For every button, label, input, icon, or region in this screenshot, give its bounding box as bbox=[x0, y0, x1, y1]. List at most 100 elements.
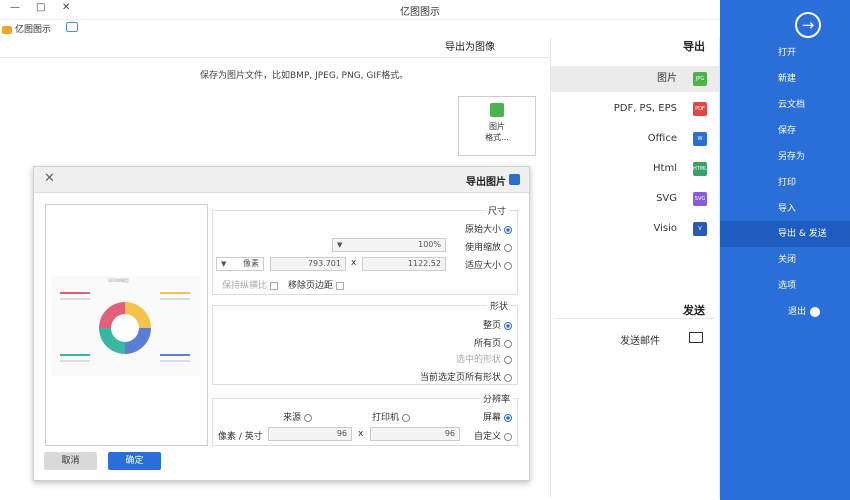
close-icon[interactable]: ✕ bbox=[44, 171, 55, 186]
width-input[interactable]: 1122.52 bbox=[362, 257, 446, 271]
resolution-x-input[interactable]: 96 bbox=[370, 427, 460, 441]
exit-icon bbox=[810, 307, 820, 317]
sidebar-item-save-as[interactable]: 另存为 bbox=[720, 144, 850, 170]
radio-label: 原始大小 bbox=[464, 225, 501, 235]
image-format-card[interactable]: 图片 格式... bbox=[458, 96, 536, 156]
divider bbox=[555, 318, 715, 319]
radio-original-size[interactable]: 原始大小 bbox=[465, 222, 512, 235]
radio-use-scale[interactable]: 使用缩放 bbox=[465, 240, 512, 253]
sidebar-item-open[interactable]: 打开 bbox=[720, 40, 850, 66]
radio-label: 屏幕 bbox=[482, 413, 501, 423]
sidebar-item-save[interactable]: 保存 bbox=[720, 118, 850, 144]
radio-label: 使用缩放 bbox=[464, 243, 501, 253]
resolution-group-title: 分辨率 bbox=[480, 392, 514, 405]
radio-indicator bbox=[504, 432, 512, 441]
sidebar-item-exit[interactable]: 退出 bbox=[720, 299, 850, 325]
radio-label: 打印机 bbox=[372, 413, 400, 423]
checkbox-indicator bbox=[336, 281, 345, 290]
sidebar-item-cloud[interactable]: 云文档 bbox=[720, 92, 850, 118]
card-label: 格式... bbox=[485, 133, 509, 142]
chevron-down-icon: ▼ bbox=[221, 260, 227, 268]
format-item-image[interactable]: JPG 图片 bbox=[551, 66, 719, 92]
unit-value: 像素 bbox=[243, 259, 259, 268]
radio-all-pages[interactable]: 所有页 bbox=[474, 336, 512, 349]
sidebar-item-print[interactable]: 打印 bbox=[720, 170, 850, 196]
checkbox-remove-margin[interactable]: 移除页边距 bbox=[288, 278, 345, 291]
export-title: 导出 bbox=[683, 40, 705, 53]
brand-logo-icon bbox=[2, 25, 12, 34]
radio-indicator bbox=[504, 413, 512, 422]
close-icon[interactable]: ✕ bbox=[62, 2, 70, 13]
grow-cycle-diagram bbox=[60, 292, 190, 362]
radio-indicator bbox=[504, 355, 512, 364]
cancel-button[interactable]: 取消 bbox=[44, 452, 97, 470]
times-label: x bbox=[358, 429, 364, 439]
unit-select[interactable]: ▼ 像素 bbox=[216, 257, 264, 271]
scale-select[interactable]: ▼ 100% bbox=[332, 238, 446, 252]
send-title: 发送 bbox=[683, 304, 705, 317]
preview-image: GROW模型 bbox=[50, 276, 200, 376]
radio-label: 自定义 bbox=[473, 432, 501, 442]
format-item-svg[interactable]: SVG SVG bbox=[551, 186, 719, 212]
radio-indicator bbox=[504, 243, 512, 252]
radio-current-page-shapes[interactable]: 当前选定页所有形状 bbox=[420, 370, 512, 383]
radio-indicator bbox=[402, 413, 411, 422]
sidebar-item-new[interactable]: 新建 bbox=[720, 66, 850, 92]
chevron-down-icon: ▼ bbox=[337, 241, 343, 249]
brand-name: 亿图图示 bbox=[15, 25, 52, 35]
dialog-logo-icon bbox=[509, 174, 520, 185]
checkbox-label: 保持纵横比 bbox=[222, 281, 268, 291]
sidebar-item-import[interactable]: 导入 bbox=[720, 196, 850, 222]
format-item-office[interactable]: W Office bbox=[551, 126, 719, 152]
radio-source[interactable]: 来源 bbox=[283, 410, 313, 423]
brand-menu[interactable]: 亿图图示 bbox=[2, 22, 51, 35]
radio-screen[interactable]: 屏幕 bbox=[483, 410, 512, 423]
sidebar-item-export-send[interactable]: 导出 & 发送 bbox=[720, 221, 850, 247]
image-icon bbox=[490, 103, 504, 117]
radio-custom[interactable]: 自定义 bbox=[474, 429, 512, 442]
radio-indicator bbox=[504, 225, 512, 234]
send-mail-item[interactable]: 发送邮件 bbox=[560, 330, 715, 350]
radio-label: 当前选定页所有形状 bbox=[419, 373, 501, 383]
format-label: Html bbox=[653, 163, 677, 174]
radio-whole-page[interactable]: 整页 bbox=[483, 318, 512, 331]
format-label: 图片 bbox=[657, 73, 677, 84]
sidebar-item-close[interactable]: 关闭 bbox=[720, 247, 850, 273]
shape-group-title: 形状 bbox=[487, 299, 512, 312]
format-item-pdf[interactable]: PDF PDF, PS, EPS bbox=[551, 96, 719, 122]
back-arrow-icon[interactable]: → bbox=[795, 12, 821, 38]
sidebar-item-exit-label: 退出 bbox=[788, 307, 807, 317]
jpg-icon: JPG bbox=[693, 72, 707, 86]
app-title: 亿图图示 bbox=[400, 7, 440, 18]
resolution-unit: 像素 / 英寸 bbox=[218, 432, 263, 442]
sidebar-item-options[interactable]: 选项 bbox=[720, 273, 850, 299]
checkbox-indicator bbox=[270, 281, 279, 290]
html-icon: HTML bbox=[693, 162, 707, 176]
mail-icon bbox=[689, 332, 703, 343]
radio-selected-shapes[interactable]: 选中的形状 bbox=[456, 352, 512, 365]
radio-label: 整页 bbox=[482, 321, 501, 331]
radio-printer[interactable]: 打印机 bbox=[372, 410, 411, 423]
ok-button[interactable]: 确定 bbox=[108, 452, 161, 470]
pdf-icon: PDF bbox=[693, 102, 707, 116]
dialog-title: 导出图片 bbox=[466, 177, 506, 188]
visio-icon: V bbox=[693, 222, 707, 236]
maximize-icon[interactable]: □ bbox=[36, 2, 45, 13]
format-item-visio[interactable]: V Visio bbox=[551, 216, 719, 242]
radio-indicator bbox=[504, 373, 512, 382]
radio-indicator bbox=[304, 413, 313, 422]
radio-label: 所有页 bbox=[473, 339, 501, 349]
radio-label: 选中的形状 bbox=[455, 355, 501, 365]
minimize-icon[interactable]: — bbox=[10, 2, 20, 13]
radio-indicator bbox=[504, 261, 512, 270]
dialog-header bbox=[34, 167, 529, 193]
resolution-y-input[interactable]: 96 bbox=[268, 427, 352, 441]
checkbox-keep-ratio[interactable]: 保持纵横比 bbox=[222, 278, 279, 291]
format-item-html[interactable]: HTML Html bbox=[551, 156, 719, 182]
quick-access-icon[interactable] bbox=[66, 22, 78, 32]
height-input[interactable]: 793.701 bbox=[270, 257, 346, 271]
format-label: Visio bbox=[653, 223, 677, 234]
format-label: SVG bbox=[656, 193, 677, 204]
radio-fit-size[interactable]: 适应大小 bbox=[465, 258, 512, 271]
checkbox-label: 移除页边距 bbox=[288, 281, 334, 291]
